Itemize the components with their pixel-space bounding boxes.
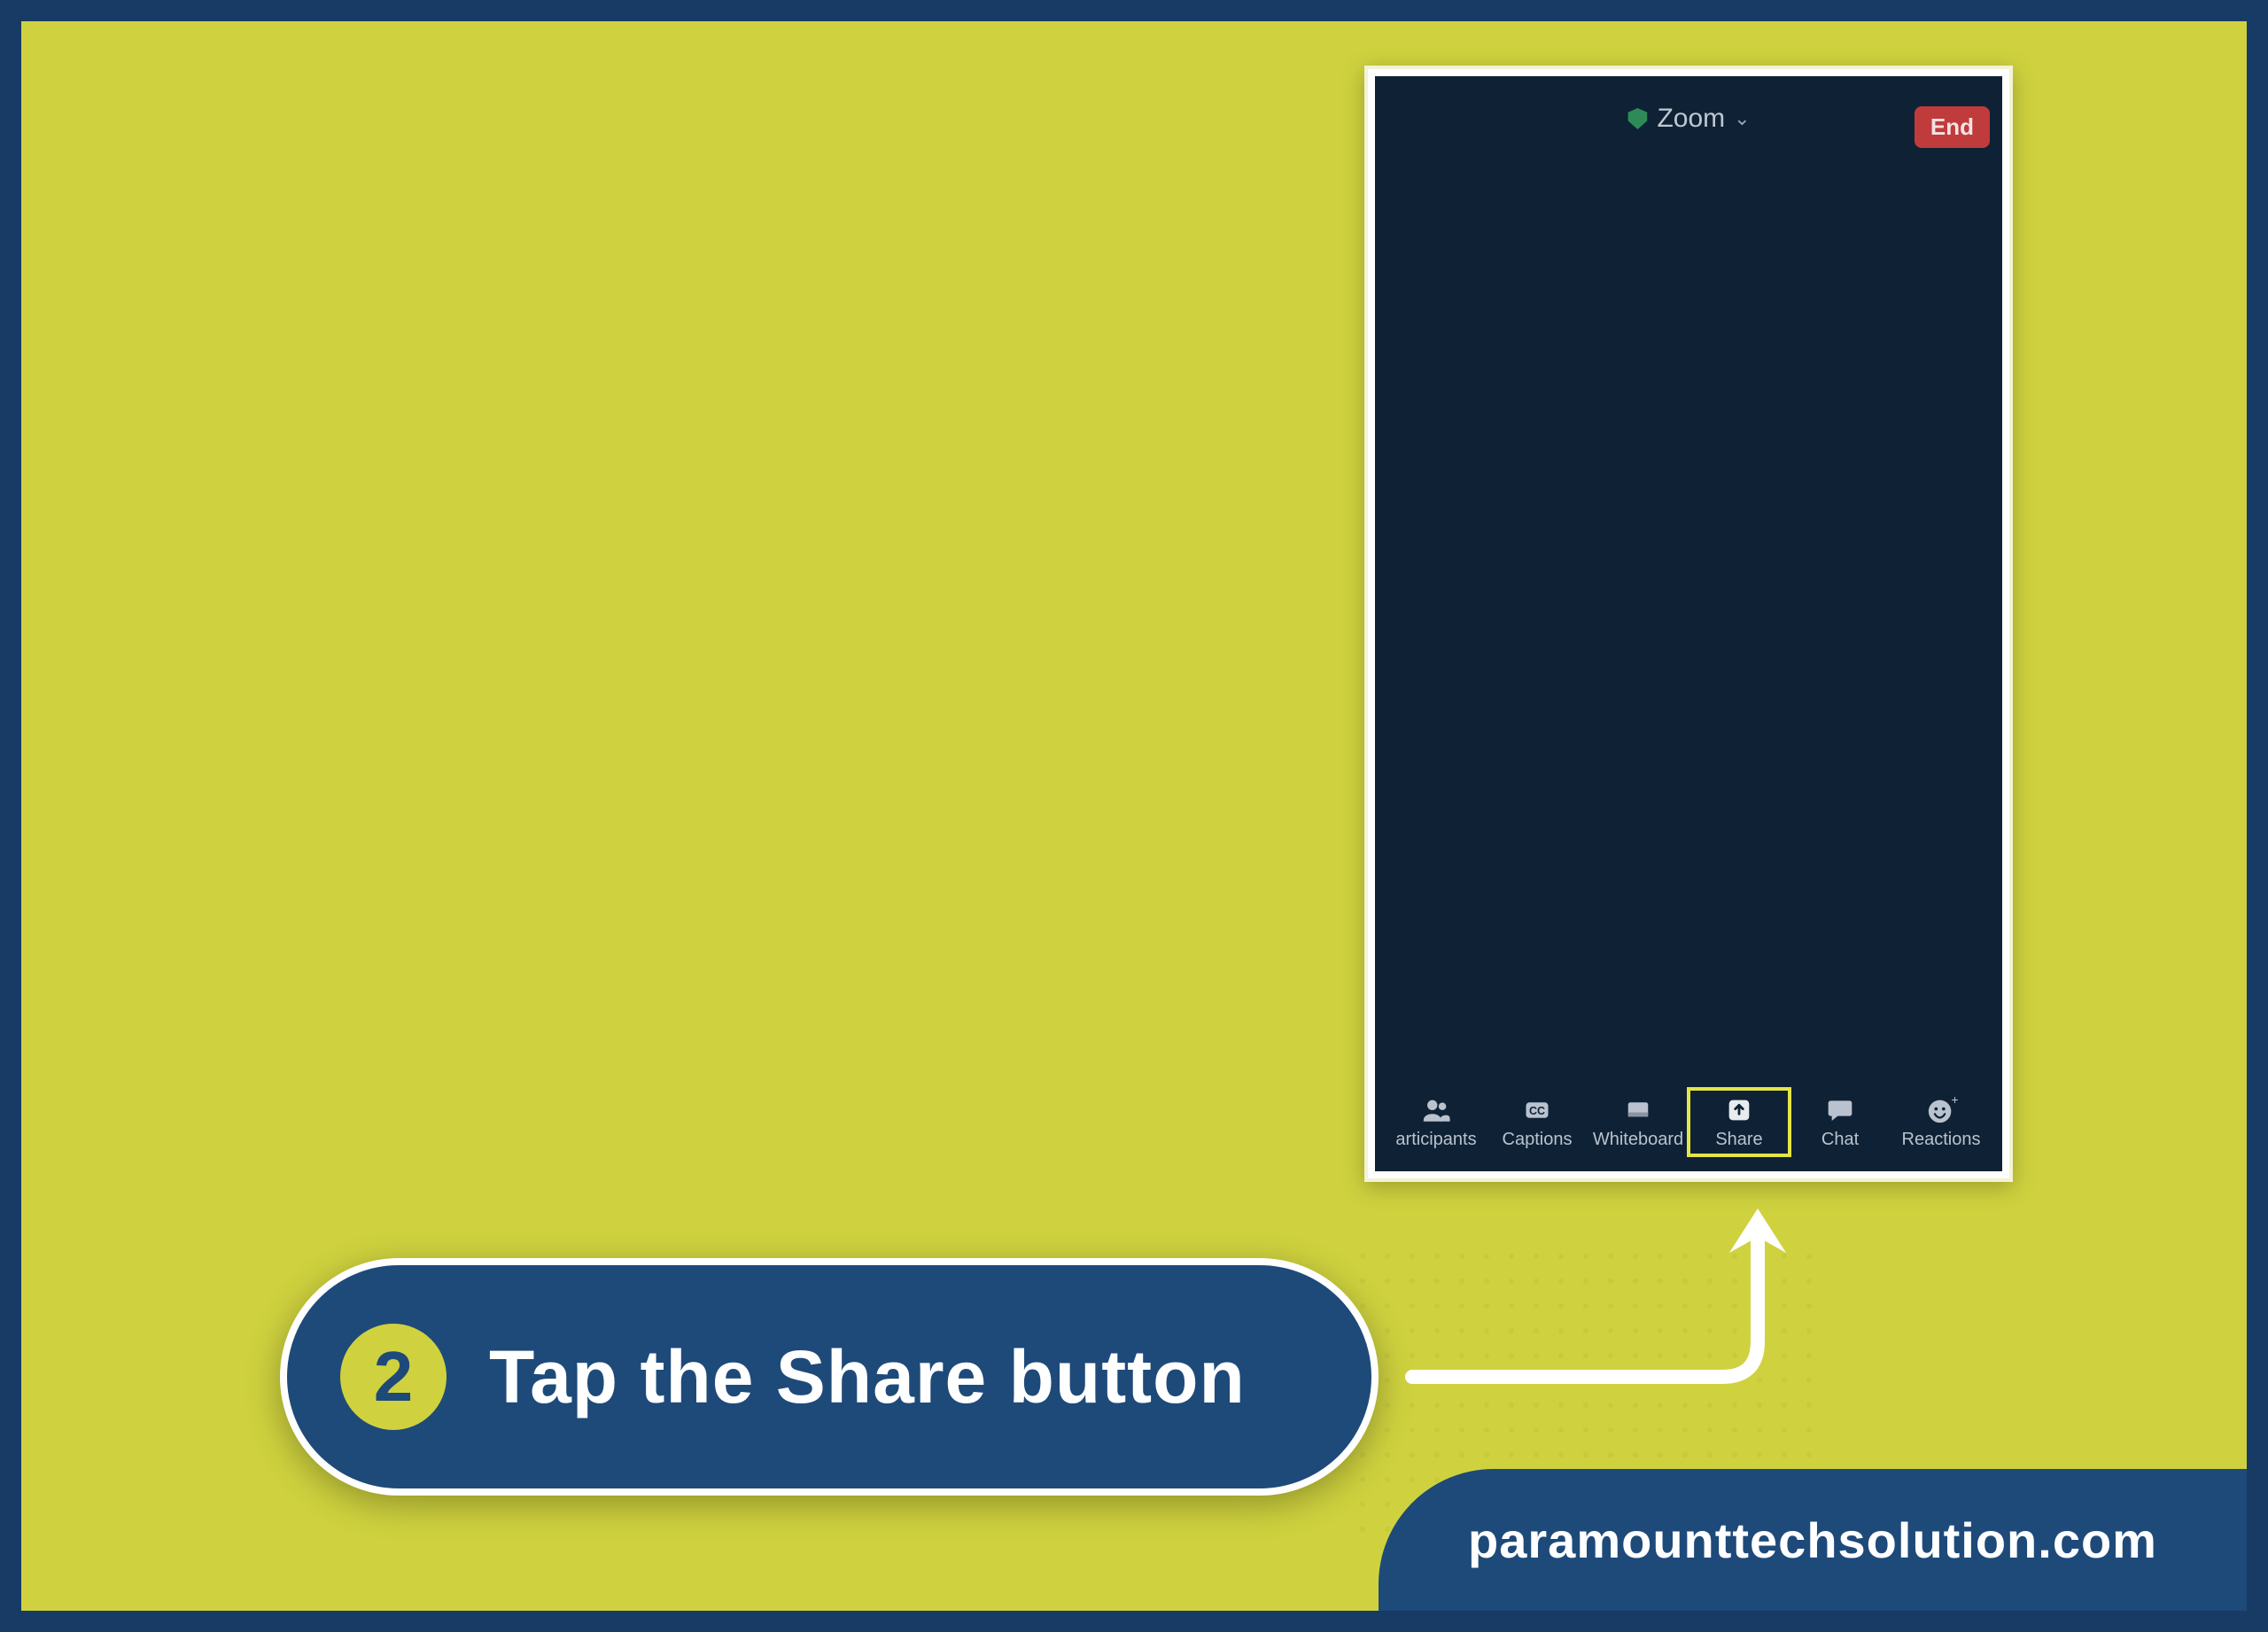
svg-text:CC: CC	[1529, 1105, 1545, 1117]
reactions-icon: +	[1922, 1094, 1961, 1126]
shield-icon	[1627, 108, 1648, 129]
toolbar-share[interactable]: Share	[1689, 1089, 1790, 1155]
end-button[interactable]: End	[1915, 106, 1990, 148]
toolbar-label: Captions	[1503, 1130, 1573, 1150]
participants-icon	[1417, 1094, 1456, 1126]
phone-frame: Zoom ⌄ End articipants	[1364, 66, 2013, 1182]
captions-icon: CC	[1518, 1094, 1557, 1126]
toolbar-captions[interactable]: CC Captions	[1487, 1089, 1588, 1155]
toolbar-reactions[interactable]: + Reactions	[1891, 1089, 1992, 1155]
zoom-toolbar: articipants CC Captions Whiteboard	[1375, 1072, 2002, 1171]
step-number: 2	[374, 1336, 414, 1418]
toolbar-label: articipants	[1395, 1130, 1476, 1150]
toolbar-label: Chat	[1821, 1130, 1859, 1150]
instruction-text: Tap the Share button	[489, 1334, 1246, 1420]
pointer-arrow	[1403, 1191, 1811, 1386]
toolbar-chat[interactable]: Chat	[1790, 1089, 1891, 1155]
zoom-top-bar: Zoom ⌄ End	[1375, 92, 2002, 145]
toolbar-whiteboard[interactable]: Whiteboard	[1588, 1089, 1689, 1155]
chat-icon	[1821, 1094, 1860, 1126]
instruction-pill: 2 Tap the Share button	[280, 1258, 1379, 1496]
step-number-badge: 2	[340, 1324, 447, 1430]
share-icon	[1720, 1094, 1759, 1126]
canvas: Zoom ⌄ End articipants	[21, 21, 2247, 1611]
app-title: Zoom	[1657, 104, 1725, 134]
svg-text:+: +	[1951, 1095, 1958, 1107]
tutorial-slide: Zoom ⌄ End articipants	[0, 0, 2268, 1632]
toolbar-label: Reactions	[1902, 1130, 1981, 1150]
footer-tab: paramounttechsolution.com	[1379, 1469, 2247, 1611]
footer-site: paramounttechsolution.com	[1468, 1512, 2157, 1569]
toolbar-label: Whiteboard	[1593, 1130, 1683, 1150]
phone-screen: Zoom ⌄ End articipants	[1375, 76, 2002, 1171]
toolbar-label: Share	[1715, 1130, 1762, 1150]
end-button-label: End	[1930, 113, 1974, 140]
whiteboard-icon	[1619, 1094, 1658, 1126]
chevron-down-icon: ⌄	[1734, 107, 1750, 130]
toolbar-participants[interactable]: articipants	[1386, 1089, 1487, 1155]
